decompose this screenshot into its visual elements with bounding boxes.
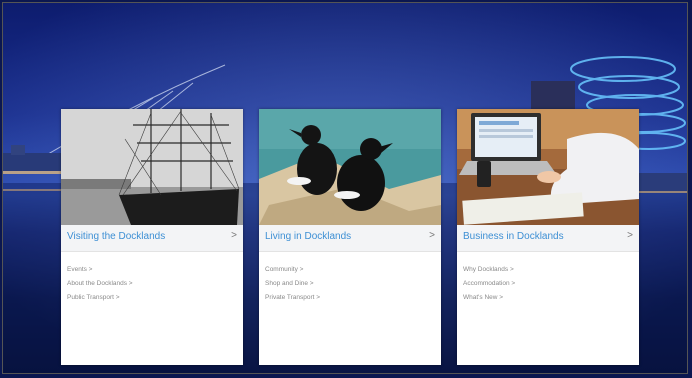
card-link-list: Community > Shop and Dine > Private Tran… (265, 263, 320, 305)
seabirds-photo (259, 109, 441, 225)
card-living[interactable]: Living in Docklands > Community > Shop a… (259, 109, 441, 365)
card-title-row[interactable]: Visiting the Docklands > (61, 225, 243, 252)
sailing-ship-photo (61, 109, 243, 225)
page-frame: Visiting the Docklands > Events > About … (2, 2, 688, 374)
link-why-docklands[interactable]: Why Docklands > (463, 263, 515, 277)
link-whats-new[interactable]: What's New > (463, 291, 515, 305)
card-title[interactable]: Living in Docklands (265, 231, 351, 242)
chevron-right-icon[interactable]: > (231, 230, 237, 241)
card-link-list: Events > About the Docklands > Public Tr… (67, 263, 133, 305)
link-private-transport[interactable]: Private Transport > (265, 291, 320, 305)
link-accommodation[interactable]: Accommodation > (463, 277, 515, 291)
card-title[interactable]: Business in Docklands (463, 231, 564, 242)
card-title[interactable]: Visiting the Docklands (67, 231, 165, 242)
laptop-work-photo (457, 109, 639, 225)
chevron-right-icon[interactable]: > (627, 230, 633, 241)
card-link-list: Why Docklands > Accommodation > What's N… (463, 263, 515, 305)
card-title-row[interactable]: Living in Docklands > (259, 225, 441, 252)
chevron-right-icon[interactable]: > (429, 230, 435, 241)
card-visiting[interactable]: Visiting the Docklands > Events > About … (61, 109, 243, 365)
link-shop-and-dine[interactable]: Shop and Dine > (265, 277, 320, 291)
link-events[interactable]: Events > (67, 263, 133, 277)
card-business[interactable]: Business in Docklands > Why Docklands > … (457, 109, 639, 365)
card-title-row[interactable]: Business in Docklands > (457, 225, 639, 252)
link-public-transport[interactable]: Public Transport > (67, 291, 133, 305)
link-about-docklands[interactable]: About the Docklands > (67, 277, 133, 291)
link-community[interactable]: Community > (265, 263, 320, 277)
